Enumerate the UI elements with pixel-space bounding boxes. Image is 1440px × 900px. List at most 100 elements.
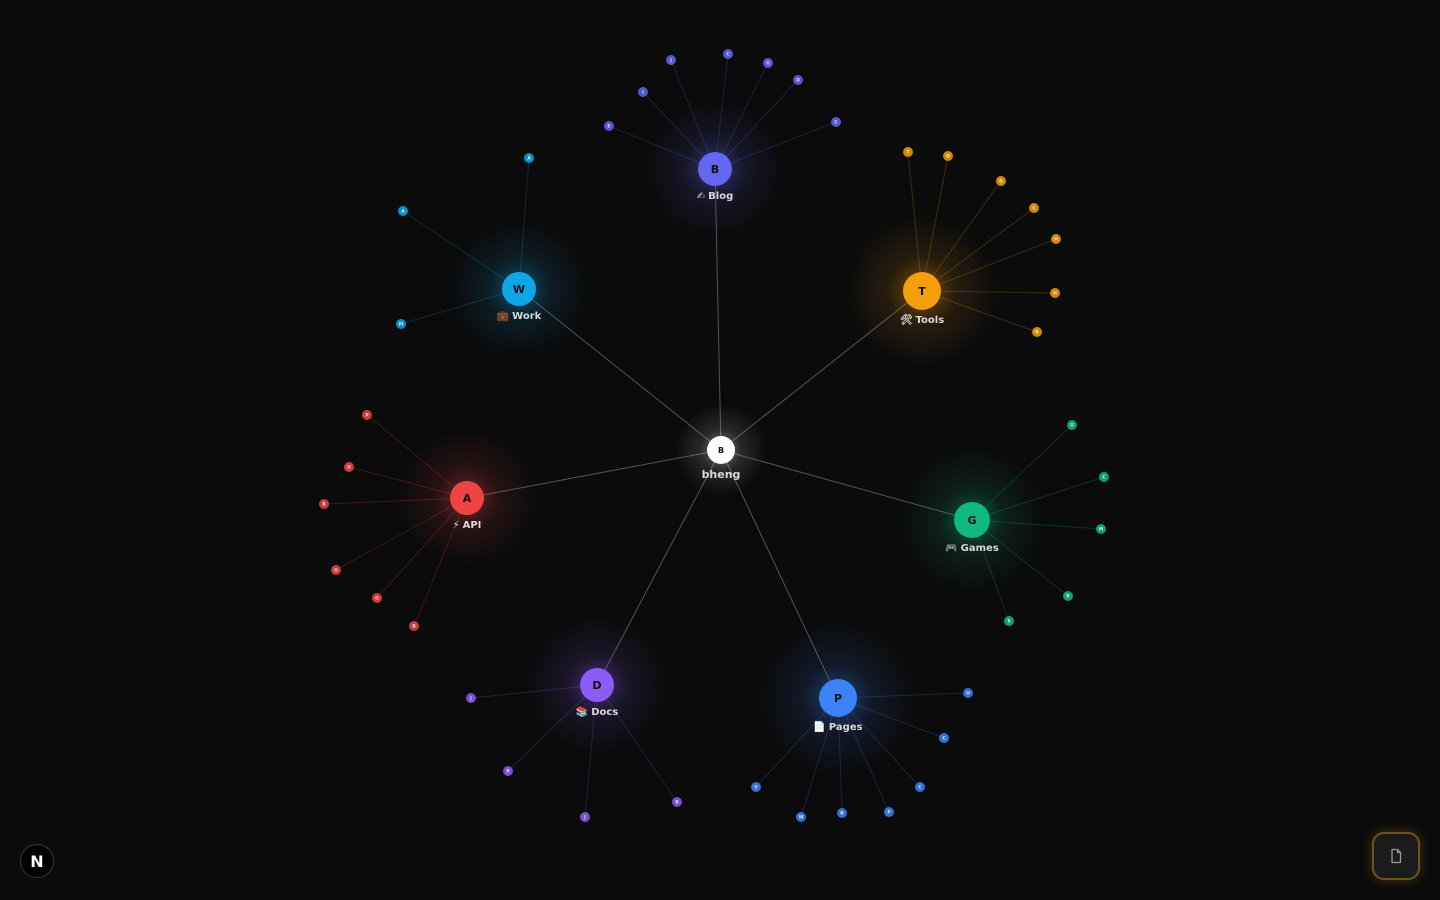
hub-letter: D <box>592 679 601 692</box>
leaf-node-games[interactable]: S <box>1004 616 1014 626</box>
leaf-letter: G <box>766 61 770 67</box>
hub-label-api: ⚡ API <box>453 520 482 531</box>
hub-label-blog: ✍ Blog <box>697 191 733 202</box>
document-icon <box>1391 848 1402 864</box>
leaf-node-work[interactable]: A <box>524 153 534 163</box>
leaf-node-api[interactable]: G <box>331 565 341 575</box>
leaf-node-blog[interactable]: J <box>666 55 676 65</box>
leaf-letter: B <box>322 502 326 508</box>
hub-label-games: 🎮 Games <box>945 543 999 554</box>
leaf-letter: J <box>469 696 472 702</box>
leaf-node-blog[interactable]: E <box>604 121 614 131</box>
leaf-node-docs[interactable]: B <box>672 797 682 807</box>
leaf-letter: B <box>675 800 679 806</box>
leaf-letter: B <box>840 811 844 817</box>
leaf-node-tools[interactable]: H <box>1050 288 1060 298</box>
leaf-node-games[interactable]: M <box>1096 524 1106 534</box>
leaf-letter: R <box>1035 330 1039 336</box>
leaf-letter: J <box>583 815 586 821</box>
leaf-node-pages[interactable]: V <box>751 782 761 792</box>
nodes-layer: E I J C G D C B ✍ Blog T D G C H H R T 🛠 Tools A A M W 💼 Work P U B G… <box>319 49 1109 822</box>
hub-letter: G <box>967 514 976 527</box>
leaf-letter: G <box>375 596 379 602</box>
games-label-text: Games <box>961 543 999 554</box>
leaf-node-docs[interactable]: J <box>580 812 590 822</box>
mind-map-graph: E I J C G D C B ✍ Blog T D G C H H R T 🛠 Tools A A M W 💼 Work P U B G… <box>319 49 1109 822</box>
leaf-letter: H <box>1054 237 1058 243</box>
center-label: bheng <box>702 468 741 481</box>
leaf-letter: M <box>399 322 404 328</box>
leaf-letter: S <box>1007 619 1010 625</box>
leaf-letter: U <box>347 465 351 471</box>
hub-label-tools: 🛠 Tools <box>900 314 944 326</box>
leaf-node-tools[interactable]: C <box>1029 203 1039 213</box>
hub-letter: P <box>834 692 842 705</box>
hub-node-tools[interactable]: T 🛠 Tools <box>900 272 944 326</box>
api-label-text: API <box>463 520 482 531</box>
api-emoji-icon: ⚡ <box>453 520 460 531</box>
leaf-node-blog[interactable]: D <box>793 75 803 85</box>
leaf-letter: R <box>1066 594 1070 600</box>
leaf-letter: D <box>946 154 950 160</box>
leaf-node-api[interactable]: G <box>372 593 382 603</box>
leaf-node-api[interactable]: B <box>409 621 419 631</box>
leaf-node-tools[interactable]: R <box>1032 327 1042 337</box>
leaf-node-pages[interactable]: P <box>884 807 894 817</box>
hub-node-blog[interactable]: B ✍ Blog <box>697 152 733 202</box>
hub-letter: B <box>711 163 719 176</box>
leaf-node-blog[interactable]: G <box>763 58 773 68</box>
leaf-letter: H <box>966 691 970 697</box>
leaf-letter: G <box>999 179 1003 185</box>
brand-logo-letter: N <box>30 851 44 871</box>
leaf-letter: D <box>796 78 800 84</box>
games-emoji-icon: 🎮 <box>945 543 957 554</box>
leaf-node-api[interactable]: P <box>362 410 372 420</box>
leaf-letter: B <box>412 624 416 630</box>
leaf-letter: A <box>401 209 405 215</box>
leaf-node-pages[interactable]: H <box>963 688 973 698</box>
work-label-text: Work <box>512 311 541 322</box>
leaf-node-work[interactable]: A <box>398 206 408 216</box>
hub-letter: W <box>513 283 525 296</box>
leaf-node-pages[interactable]: W <box>796 812 806 822</box>
leaf-node-blog[interactable]: I <box>638 87 648 97</box>
leaf-node-tools[interactable]: G <box>996 176 1006 186</box>
leaf-node-api[interactable]: U <box>344 462 354 472</box>
hub-label-work: 💼 Work <box>497 311 542 322</box>
hub-label-pages: 📄 Pages <box>813 720 862 733</box>
leaf-letter: M <box>1099 527 1104 533</box>
leaf-letter: J <box>669 58 672 64</box>
center-letter: B <box>718 446 724 455</box>
leaf-node-pages[interactable]: B <box>837 808 847 818</box>
hub-node-api[interactable]: A ⚡ API <box>450 481 484 531</box>
leaf-node-pages[interactable]: C <box>939 733 949 743</box>
page-view-button[interactable] <box>1372 832 1420 880</box>
leaf-node-docs[interactable]: J <box>466 693 476 703</box>
leaf-node-pages[interactable]: C <box>915 782 925 792</box>
leaf-letter: W <box>798 815 803 821</box>
leaf-node-tools[interactable]: H <box>1051 234 1061 244</box>
hub-label-docs: 📚 Docs <box>576 706 619 718</box>
leaf-node-blog[interactable]: C <box>831 117 841 127</box>
leaf-node-blog[interactable]: C <box>723 49 733 59</box>
leaf-node-work[interactable]: M <box>396 319 406 329</box>
pages-label-text: Pages <box>829 722 863 733</box>
leaf-node-games[interactable]: G <box>1067 420 1077 430</box>
leaf-node-docs[interactable]: R <box>503 766 513 776</box>
leaf-letter: I <box>642 90 644 96</box>
blog-emoji-icon: ✍ <box>697 191 705 202</box>
tools-label-text: Tools <box>916 315 945 326</box>
leaf-node-tools[interactable]: D <box>943 151 953 161</box>
tools-emoji-icon: 🛠 <box>900 314 913 326</box>
leaf-node-tools[interactable]: T <box>903 147 913 157</box>
leaf-letter: E <box>607 124 610 130</box>
pages-emoji-icon: 📄 <box>813 720 825 733</box>
leaf-letter: V <box>754 785 758 791</box>
leaf-node-games[interactable]: C <box>1099 472 1109 482</box>
leaf-letter: G <box>1070 423 1074 429</box>
brand-logo-button[interactable]: N <box>20 844 54 878</box>
leaf-node-api[interactable]: B <box>319 499 329 509</box>
leaf-node-games[interactable]: R <box>1063 591 1073 601</box>
leaf-letter: H <box>1053 291 1057 297</box>
leaf-letter: G <box>334 568 338 574</box>
